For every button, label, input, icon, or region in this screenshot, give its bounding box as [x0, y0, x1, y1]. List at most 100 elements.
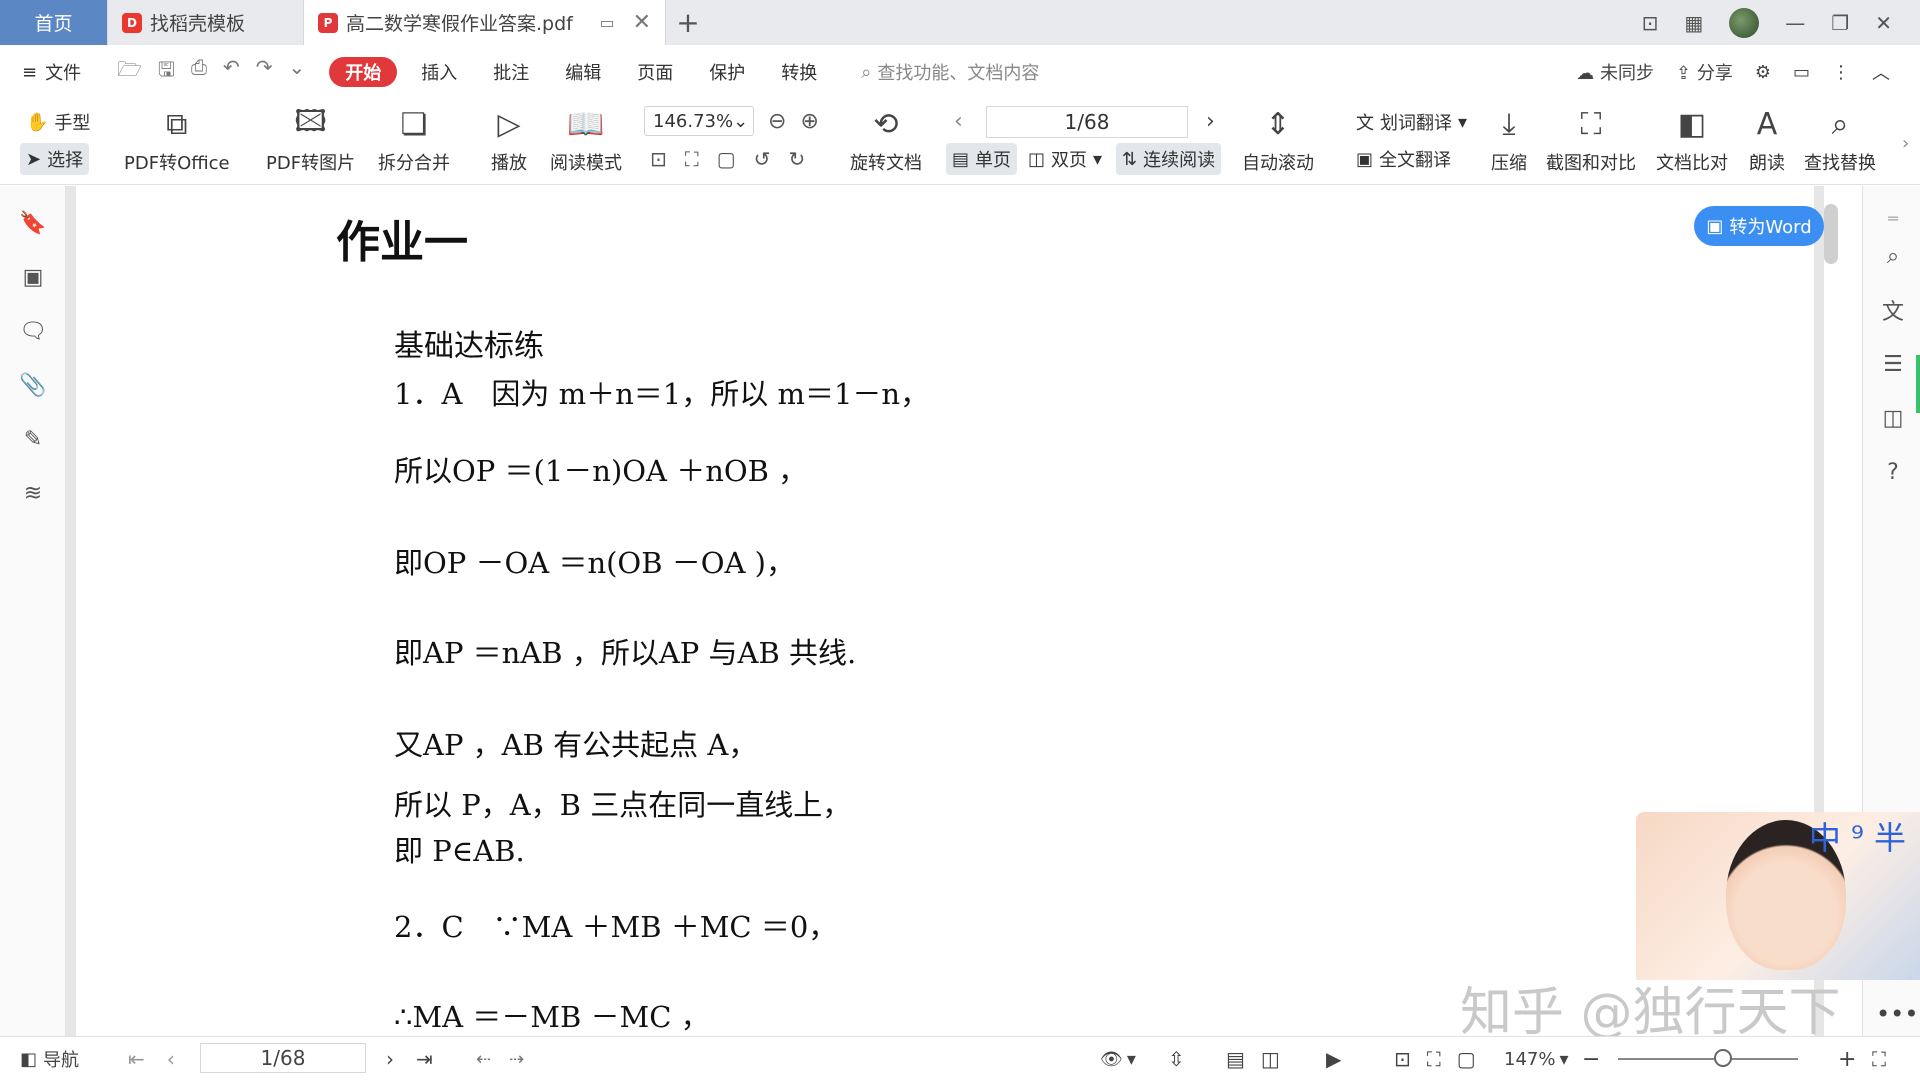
- collapse-ribbon-icon[interactable]: ︿: [1872, 59, 1890, 85]
- tab-docer-templates[interactable]: D 找稻壳模板: [108, 0, 304, 45]
- prev-page-button[interactable]: ‹: [954, 109, 963, 134]
- comment-icon[interactable]: ▭: [1793, 62, 1810, 83]
- forward-history-icon[interactable]: ⇢: [509, 1049, 524, 1070]
- single-page-button[interactable]: ▤ 单页: [946, 143, 1018, 175]
- ribbon-scroll-right-icon[interactable]: ›: [1902, 133, 1909, 154]
- document-viewport[interactable]: 作业一 基础达标练 1．A 因为 m＋n＝1，所以 m＝1－n， 所以OP ＝(…: [66, 186, 1824, 1036]
- fit-page-icon[interactable]: ⛶: [685, 147, 699, 171]
- layers-icon[interactable]: ≋: [20, 480, 46, 506]
- find-replace-button[interactable]: ⌕ 查找替换: [1804, 105, 1876, 175]
- split-merge-button[interactable]: ❏ 拆分合并: [378, 105, 450, 175]
- thumbnail-icon[interactable]: ▣: [20, 264, 46, 290]
- read-aloud-button[interactable]: A 朗读: [1748, 105, 1786, 175]
- full-translate-button[interactable]: ▣ 全文翻译: [1356, 146, 1451, 172]
- fit-width-status-icon[interactable]: ▢: [1457, 1047, 1476, 1071]
- file-menu[interactable]: ≡ 文件: [0, 45, 99, 99]
- play-slideshow-icon[interactable]: ▶: [1326, 1037, 1341, 1081]
- single-page-view-icon[interactable]: ▤: [1226, 1047, 1245, 1071]
- print-icon[interactable]: ⎙: [191, 55, 207, 89]
- menu-protect[interactable]: 保护: [691, 45, 763, 99]
- double-page-view-icon[interactable]: ◫: [1261, 1047, 1280, 1071]
- prev-page-icon[interactable]: ‹: [167, 1047, 175, 1071]
- panel-handle-icon[interactable]: ═: [1879, 204, 1907, 232]
- document-compare-button[interactable]: ◧ 文档比对: [1656, 105, 1728, 175]
- word-translate-button[interactable]: 文划词翻译 ▾: [1356, 109, 1467, 135]
- close-window-icon[interactable]: ✕: [1875, 11, 1892, 35]
- status-zoom-select[interactable]: 147% ▾: [1504, 1037, 1569, 1081]
- avatar[interactable]: [1729, 7, 1760, 38]
- signature-icon[interactable]: ✎: [20, 426, 46, 452]
- video-overlay[interactable]: 中 ⁹ 半: [1636, 812, 1920, 980]
- tab-pdf-document[interactable]: P 高二数学寒假作业答案.pdf ▭ ✕: [304, 0, 666, 45]
- convert-to-word-button[interactable]: ▣ 转为Word: [1694, 206, 1824, 246]
- bookmark-icon[interactable]: 🔖: [19, 210, 46, 236]
- more-dots-icon[interactable]: •••: [1876, 1000, 1918, 1028]
- translate-panel-icon[interactable]: 文: [1879, 296, 1907, 325]
- reading-panel-icon[interactable]: ◫: [1879, 404, 1907, 432]
- pdf-to-office-button[interactable]: ⧉ PDF转Office: [124, 105, 230, 175]
- menu-edit[interactable]: 编辑: [547, 45, 619, 99]
- fit-page-status-icon[interactable]: ⛶: [1427, 1047, 1441, 1071]
- rotate-right-icon[interactable]: ↻: [788, 147, 805, 171]
- ai-search-icon[interactable]: ⌕: [1879, 242, 1907, 270]
- zoom-out-icon[interactable]: ⊖: [768, 109, 786, 134]
- first-page-icon[interactable]: ⇤: [128, 1047, 145, 1071]
- fit-width-icon[interactable]: ▢: [717, 147, 736, 171]
- last-page-icon[interactable]: ⇥: [416, 1047, 433, 1071]
- menu-convert[interactable]: 转换: [763, 45, 835, 99]
- navigation-toggle[interactable]: ◧ 导航: [20, 1037, 79, 1081]
- sync-button[interactable]: ☁ 未同步: [1576, 59, 1654, 85]
- next-page-icon[interactable]: ›: [386, 1047, 394, 1071]
- compress-button[interactable]: ⤓ 压缩: [1490, 105, 1528, 175]
- new-tab-button[interactable]: +: [666, 0, 710, 45]
- zoom-out-status-icon[interactable]: −: [1582, 1037, 1600, 1081]
- select-tool-button[interactable]: ➤ 选择: [20, 143, 90, 175]
- help-icon[interactable]: ?: [1879, 458, 1907, 486]
- next-page-button[interactable]: ›: [1206, 109, 1215, 134]
- menu-page[interactable]: 页面: [619, 45, 691, 99]
- close-tab-icon[interactable]: ✕: [633, 10, 651, 35]
- status-page-input[interactable]: 1/68: [200, 1043, 366, 1073]
- page-number-input[interactable]: 1/68: [986, 106, 1188, 138]
- fullscreen-icon[interactable]: ⛶: [1872, 1037, 1886, 1081]
- open-folder-icon[interactable]: 🗁: [117, 55, 142, 89]
- menu-start[interactable]: 开始: [329, 57, 398, 87]
- read-mode-button[interactable]: 📖 阅读模式: [550, 105, 622, 175]
- continuous-read-button[interactable]: ⇅ 连续阅读: [1116, 143, 1222, 175]
- rotate-left-icon[interactable]: ↺: [754, 147, 771, 171]
- zoom-slider-track[interactable]: [1618, 1058, 1798, 1060]
- feature-search[interactable]: ⌕ 查找功能、文档内容: [861, 59, 1039, 85]
- menu-insert[interactable]: 插入: [403, 45, 475, 99]
- menu-annotate[interactable]: 批注: [475, 45, 547, 99]
- auto-scroll-button[interactable]: ⇕ 自动滚动: [1242, 105, 1314, 175]
- pdf-to-image-button[interactable]: 🖾 PDF转图片: [266, 104, 355, 175]
- back-history-icon[interactable]: ⇠: [476, 1049, 491, 1070]
- zoom-in-status-icon[interactable]: +: [1838, 1037, 1856, 1081]
- more-dropdown-icon[interactable]: ⌄: [288, 55, 305, 89]
- double-page-button[interactable]: ◫ 双页 ▾: [1028, 146, 1102, 172]
- layout-mode-icon[interactable]: ⊡: [1642, 11, 1659, 35]
- comment-panel-icon[interactable]: 🗨: [19, 318, 47, 344]
- play-button[interactable]: ▷ 播放: [490, 105, 528, 175]
- redo-icon[interactable]: ↷: [256, 55, 273, 89]
- restore-icon[interactable]: ❐: [1831, 11, 1849, 35]
- zoom-select[interactable]: 146.73% ⌄: [644, 106, 754, 136]
- actual-size-icon[interactable]: ⊡: [650, 147, 667, 171]
- zoom-slider-knob[interactable]: [1714, 1049, 1732, 1067]
- app-grid-icon[interactable]: ▦: [1684, 11, 1703, 35]
- undo-icon[interactable]: ↶: [223, 55, 240, 89]
- rotate-document-button[interactable]: ⟲ 旋转文档: [850, 105, 922, 175]
- eye-protection-button[interactable]: 👁 ▾: [1100, 1037, 1136, 1081]
- vertical-scrollbar-thumb[interactable]: [1824, 204, 1838, 264]
- minimize-icon[interactable]: —: [1785, 11, 1805, 35]
- pin-tab-icon[interactable]: ▭: [599, 13, 614, 32]
- actual-size-status-icon[interactable]: ⊡: [1394, 1047, 1411, 1071]
- screenshot-compare-button[interactable]: ⛶ 截图和对比: [1546, 105, 1636, 175]
- attachment-icon[interactable]: 📎: [19, 372, 46, 398]
- more-vertical-icon[interactable]: ⋮: [1832, 62, 1850, 83]
- settings-gear-icon[interactable]: ⚙: [1755, 62, 1771, 83]
- share-button[interactable]: ⇪ 分享: [1676, 59, 1733, 85]
- tab-home[interactable]: 首页: [0, 0, 108, 45]
- save-icon[interactable]: 🖫: [158, 55, 175, 89]
- zoom-in-icon[interactable]: ⊕: [800, 109, 818, 134]
